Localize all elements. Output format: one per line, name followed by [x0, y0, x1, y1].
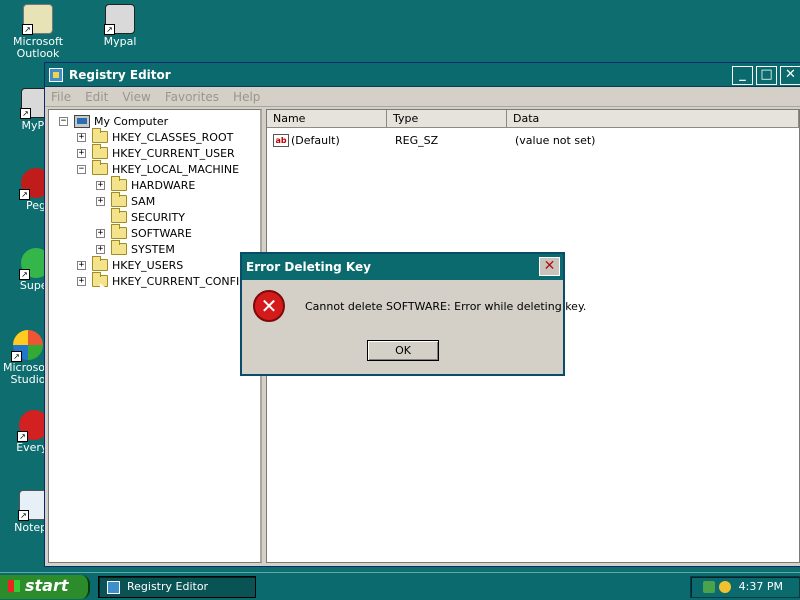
tree-item-my-computer[interactable]: − My Computer — [59, 113, 168, 129]
dialog-message: Cannot delete SOFTWARE: Error while dele… — [305, 300, 587, 313]
maximize-button[interactable]: □ — [756, 66, 777, 85]
tree-item-label: SOFTWARE — [131, 226, 192, 240]
string-value-icon: ab — [273, 133, 289, 147]
tree-item-label: HKEY_CURRENT_USER — [112, 146, 235, 160]
folder-icon — [92, 128, 108, 143]
menu-bar: File Edit View Favorites Help — [45, 87, 800, 107]
tree-item-hkey-users[interactable]: + HKEY_USERS — [77, 256, 184, 273]
tree-item-software[interactable]: + SOFTWARE — [96, 224, 192, 241]
folder-icon — [111, 176, 127, 191]
menu-view[interactable]: View — [122, 90, 150, 104]
shortcut-arrow-icon: ↗ — [104, 24, 115, 35]
shortcut-arrow-icon: ↗ — [17, 431, 28, 442]
error-icon: ✕ — [253, 290, 285, 322]
folder-icon — [111, 192, 127, 207]
tree-item-label: HKEY_CLASSES_ROOT — [112, 130, 234, 144]
value-type: REG_SZ — [395, 133, 439, 147]
windows-logo-icon — [8, 580, 20, 592]
close-button[interactable]: ✕ — [780, 66, 800, 85]
menu-file[interactable]: File — [51, 90, 71, 104]
folder-icon — [92, 144, 108, 159]
expand-icon[interactable]: + — [96, 244, 105, 254]
shortcut-arrow-icon: ↗ — [22, 24, 33, 35]
tree-item-label: My Computer — [94, 114, 169, 128]
clock[interactable]: 4:37 PM — [739, 580, 783, 593]
folder-icon — [111, 208, 127, 223]
expand-icon[interactable]: + — [96, 180, 105, 190]
window-titlebar[interactable]: Registry Editor _ □ ✕ — [45, 63, 800, 87]
desktop-icon-label: Mypal — [103, 35, 137, 48]
search-icon[interactable] — [719, 581, 731, 593]
network-icon[interactable] — [703, 581, 715, 593]
shortcut-arrow-icon: ↗ — [20, 108, 31, 119]
folder-icon — [92, 160, 108, 175]
desktop-icon-microsoft-outlook[interactable]: ↗ Microsoft Outlook — [10, 4, 66, 60]
collapse-icon[interactable]: − — [59, 116, 68, 126]
tree-item-system[interactable]: + SYSTEM — [96, 240, 175, 257]
column-header-type[interactable]: Type — [387, 110, 507, 128]
tree-item-hkey-current-user[interactable]: + HKEY_CURRENT_USER — [77, 144, 235, 161]
value-name: (Default) — [291, 133, 340, 147]
tree-item-hkey-local-machine[interactable]: − HKEY_LOCAL_MACHINE — [77, 160, 240, 177]
system-tray: 4:37 PM — [690, 576, 800, 598]
minimize-button[interactable]: _ — [732, 66, 753, 85]
window-title: Registry Editor — [69, 67, 171, 82]
list-header: Name Type Data — [267, 110, 799, 128]
expand-icon[interactable]: + — [77, 132, 86, 142]
desktop-icon-mypal[interactable]: ↗ Mypal — [92, 4, 148, 48]
shortcut-arrow-icon: ↗ — [19, 269, 30, 280]
mypal-icon: ↗ — [104, 4, 135, 35]
folder-icon — [111, 240, 127, 255]
tree-item-hardware[interactable]: + HARDWARE — [96, 176, 196, 193]
expand-icon[interactable]: + — [77, 148, 86, 158]
tree-line — [96, 213, 105, 222]
tree-item-label: SECURITY — [131, 210, 185, 224]
desktop-icon-label: Microsoft Outlook — [12, 35, 64, 60]
dialog-close-button[interactable]: ✕ — [539, 257, 560, 276]
dialog-title: Error Deleting Key — [246, 260, 371, 274]
menu-help[interactable]: Help — [233, 90, 260, 104]
tree-item-label: HKEY_LOCAL_MACHINE — [112, 162, 240, 176]
tree-item-label: SYSTEM — [131, 242, 175, 256]
tree-item-label: HKEY_CURRENT_CONFIG — [112, 274, 248, 288]
taskbar-item-registry-editor[interactable]: Registry Editor — [98, 576, 256, 598]
collapse-icon[interactable]: − — [77, 164, 86, 174]
tree-item-hkey-classes-root[interactable]: + HKEY_CLASSES_ROOT — [77, 128, 234, 145]
expand-icon[interactable]: + — [77, 260, 86, 270]
shortcut-arrow-icon: ↗ — [18, 510, 29, 521]
start-label: start — [25, 576, 69, 595]
tree-item-security[interactable]: SECURITY — [96, 208, 185, 225]
folder-icon — [111, 224, 127, 239]
studio-icon: ↗ — [11, 330, 43, 362]
taskbar: start Registry Editor 4:37 PM — [0, 572, 800, 600]
tree-item-label: HARDWARE — [131, 178, 196, 192]
registry-tree-pane[interactable]: − My Computer + HKEY_CLASSES_ROOT + HKEY… — [48, 109, 262, 563]
expand-icon[interactable]: + — [96, 196, 105, 206]
error-dialog[interactable]: Error Deleting Key ✕ ✕ Cannot delete SOF… — [240, 252, 586, 376]
table-row[interactable]: ab (Default) REG_SZ (value not set) — [267, 132, 595, 148]
shortcut-arrow-icon: ↗ — [19, 189, 30, 200]
taskbar-item-label: Registry Editor — [127, 580, 209, 593]
value-data: (value not set) — [515, 133, 596, 147]
computer-icon — [74, 114, 90, 128]
column-header-name[interactable]: Name — [267, 110, 387, 128]
registry-editor-icon — [49, 67, 63, 82]
expand-icon[interactable]: + — [77, 276, 86, 286]
outlook-icon: ↗ — [22, 4, 53, 35]
shortcut-arrow-icon: ↗ — [11, 351, 22, 362]
registry-editor-icon — [107, 581, 120, 594]
start-button[interactable]: start — [0, 575, 90, 599]
tree-item-sam[interactable]: + SAM — [96, 192, 156, 209]
folder-icon — [92, 256, 108, 271]
menu-edit[interactable]: Edit — [85, 90, 108, 104]
column-header-data[interactable]: Data — [507, 110, 799, 128]
ok-button[interactable]: OK — [367, 340, 439, 361]
menu-favorites[interactable]: Favorites — [165, 90, 219, 104]
tree-item-label: SAM — [131, 194, 156, 208]
expand-icon[interactable]: + — [96, 228, 105, 238]
tree-item-label: HKEY_USERS — [112, 258, 184, 272]
dialog-titlebar[interactable]: Error Deleting Key — [242, 254, 563, 280]
